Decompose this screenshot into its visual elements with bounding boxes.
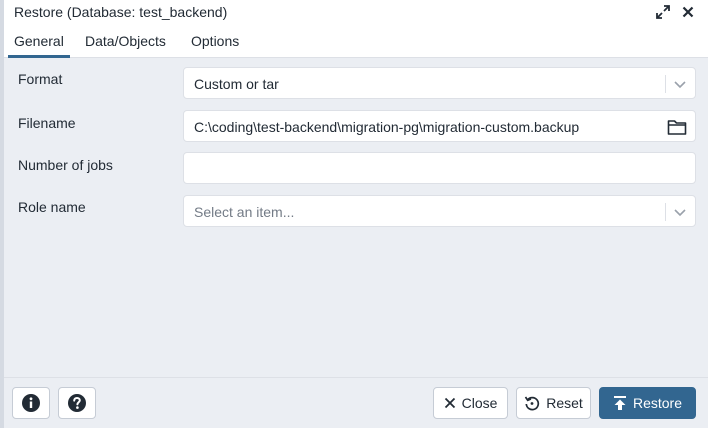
close-icon	[444, 397, 455, 409]
restore-button[interactable]: Restore	[599, 387, 696, 419]
dialog-titlebar[interactable]: Restore (Database: test_backend)	[4, 0, 708, 26]
close-dialog-button[interactable]	[679, 3, 697, 21]
close-button[interactable]: Close	[433, 387, 508, 419]
tab-strip: General Data/Objects Options	[4, 26, 708, 58]
info-icon	[22, 394, 40, 412]
upload-icon	[613, 396, 626, 410]
format-select-value: Custom or tar	[194, 76, 279, 92]
help-button[interactable]	[58, 387, 96, 419]
filename-input[interactable]: C:\coding\test-backend\migration-pg\migr…	[183, 110, 696, 142]
tab-options[interactable]: Options	[185, 26, 245, 58]
expand-icon	[656, 5, 670, 19]
tab-data-objects[interactable]: Data/Objects	[79, 26, 172, 58]
role-label: Role name	[18, 199, 86, 215]
reset-button-label: Reset	[546, 395, 583, 411]
reset-button[interactable]: Reset	[516, 387, 591, 419]
close-button-label: Close	[461, 395, 498, 411]
select-separator	[665, 203, 666, 221]
chevron-down-icon[interactable]	[672, 76, 688, 92]
role-select[interactable]: Select an item...	[183, 195, 696, 227]
filename-label: Filename	[18, 115, 76, 131]
reset-icon	[524, 396, 540, 411]
jobs-label: Number of jobs	[18, 157, 113, 173]
role-placeholder: Select an item...	[194, 204, 295, 220]
select-separator	[665, 75, 666, 93]
dialog-footer: Close Reset Restore	[4, 377, 708, 428]
folder-icon[interactable]	[667, 118, 687, 136]
help-icon	[68, 394, 86, 412]
restore-dialog: Restore (Database: test_backend) General…	[0, 0, 708, 428]
format-label: Format	[18, 71, 63, 87]
filename-value: C:\coding\test-backend\migration-pg\migr…	[194, 119, 580, 135]
restore-button-label: Restore	[632, 395, 683, 411]
info-button[interactable]	[12, 387, 50, 419]
tab-general[interactable]: General	[8, 26, 70, 58]
jobs-input[interactable]	[183, 152, 696, 184]
maximize-button[interactable]	[654, 3, 672, 21]
dialog-title: Restore (Database: test_backend)	[14, 4, 228, 20]
format-select[interactable]: Custom or tar	[183, 67, 696, 99]
chevron-down-icon[interactable]	[672, 204, 688, 220]
close-icon	[682, 6, 694, 18]
